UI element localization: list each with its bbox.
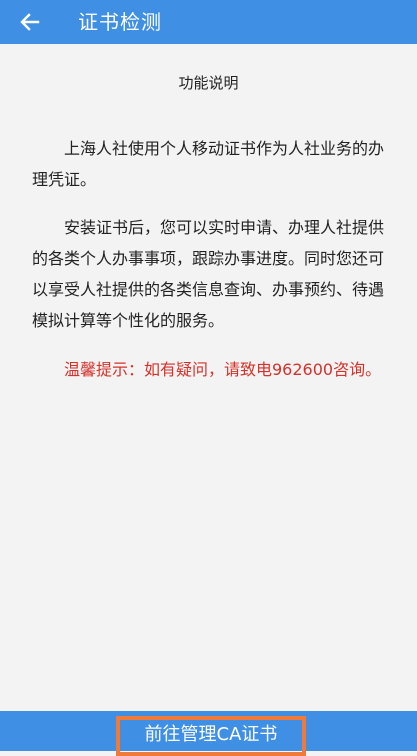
notice-text: 温馨提示：如有疑问，请致电962600咨询。: [64, 360, 382, 379]
arrow-left-icon[interactable]: [20, 12, 40, 32]
intro-paragraph: 上海人社使用个人移动证书作为人社业务的办理凭证。: [32, 139, 385, 189]
page-title: 证书检测: [78, 10, 162, 34]
app-bar: 证书检测: [0, 0, 417, 44]
section-title: 功能说明: [178, 74, 239, 92]
manage-ca-certificate-button[interactable]: 前往管理CA证书: [116, 716, 306, 756]
features-paragraph: 安装证书后，您可以实时申请、办理人社提供的各类个人办事事项，跟踪办事进度。同时您…: [32, 218, 385, 330]
bottom-bar: 前往管理CA证书: [0, 711, 417, 756]
content-area: 功能说明 上海人社使用个人移动证书作为人社业务的办理凭证。 安装证书后，您可以实…: [0, 44, 417, 711]
